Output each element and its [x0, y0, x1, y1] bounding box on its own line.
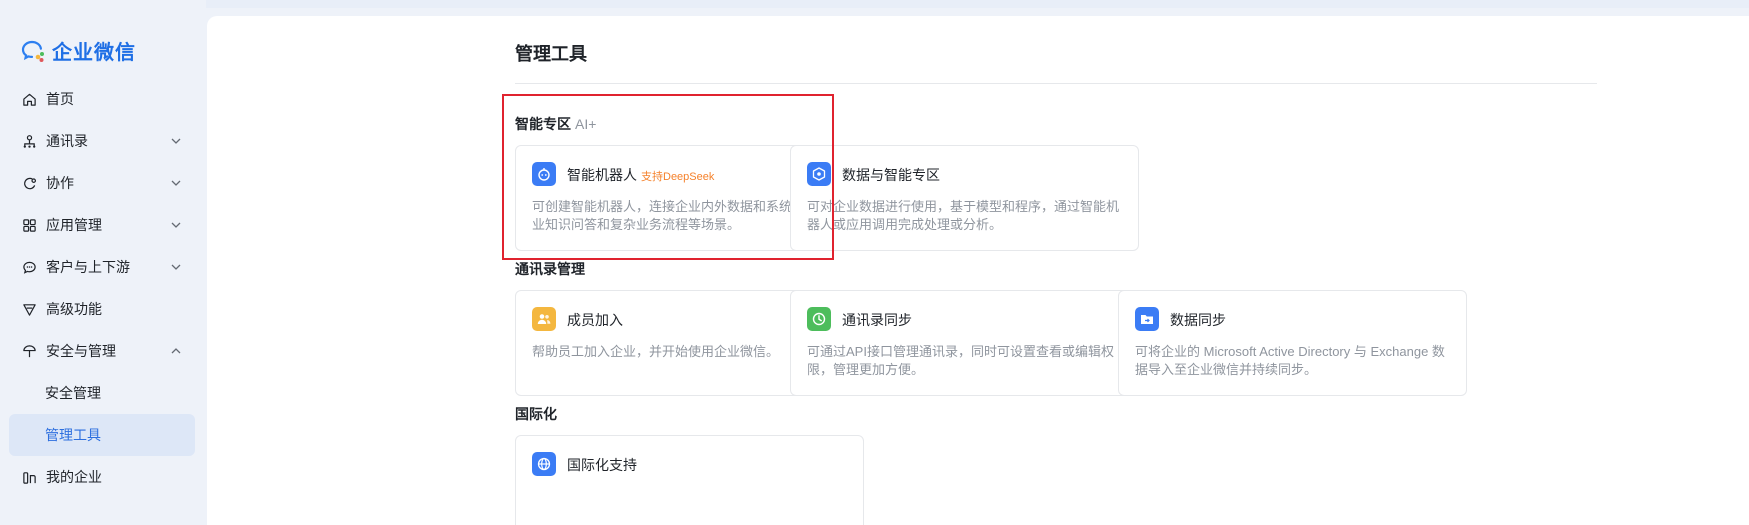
data-cube-icon: [807, 162, 831, 186]
card-description: 可通过API接口管理通讯录，同时可设置查看或编辑权限，管理更加方便。: [807, 344, 1114, 377]
sidebar-item-label: 协作: [46, 175, 74, 191]
chevron-down-icon: [171, 264, 181, 270]
sidebar-item-label: 安全管理: [45, 385, 101, 401]
sidebar-item-security-management[interactable]: 安全管理: [9, 372, 195, 414]
card-data-sync[interactable]: 数据同步 可将企业的 Microsoft Active Directory 与 …: [1118, 290, 1467, 396]
top-strip: [0, 0, 1749, 8]
members-icon: [532, 307, 556, 331]
sidebar-item-customers[interactable]: 客户与上下游: [9, 246, 195, 288]
card-contacts-sync[interactable]: 通讯录同步 可通过API接口管理通讯录，同时可设置查看或编辑权限，管理更加方便。: [790, 290, 1139, 396]
card-data-smart-zone[interactable]: 数据与智能专区 可对企业数据进行使用，基于模型和程序，通过智能机器人或应用调用完…: [790, 145, 1139, 251]
card-title-text: 智能机器人: [567, 167, 637, 183]
card-title: 数据与智能专区: [842, 167, 940, 183]
main-panel: 管理工具 智能专区 AI+ 智能机器人 支持DeepSeek 可创建智能机器人，连接…: [207, 16, 1749, 525]
folder-sync-icon: [1135, 307, 1159, 331]
chevron-down-icon: [171, 180, 181, 186]
sidebar-item-collaboration[interactable]: 协作: [9, 162, 195, 204]
card-internationalization[interactable]: 国际化支持: [515, 435, 864, 525]
sidebar-item-label: 通讯录: [46, 133, 88, 149]
globe-icon: [532, 452, 556, 476]
card-title: 成员加入: [567, 312, 623, 328]
wecom-logo-icon: [21, 40, 44, 62]
advanced-icon: [21, 301, 37, 317]
card-title: 数据同步: [1170, 312, 1226, 328]
chevron-down-icon: [171, 138, 181, 144]
chevron-down-icon: [171, 222, 181, 228]
sidebar-item-label: 我的企业: [46, 469, 102, 485]
title-divider: [515, 83, 1597, 84]
sidebar-item-app-management[interactable]: 应用管理: [9, 204, 195, 246]
card-title: 通讯录同步: [842, 312, 912, 328]
card-title: 国际化支持: [567, 457, 637, 473]
sidebar-item-advanced[interactable]: 高级功能: [9, 288, 195, 330]
sidebar-item-contacts[interactable]: 通讯录: [9, 120, 195, 162]
sidebar-item-label: 高级功能: [46, 301, 102, 317]
chat-bubble-icon: [21, 259, 37, 275]
page-title: 管理工具: [515, 44, 587, 64]
collaboration-icon: [21, 175, 37, 191]
sidebar-item-home[interactable]: 首页: [9, 78, 195, 120]
section-title-text: 智能专区: [515, 116, 571, 132]
shield-icon: [21, 343, 37, 359]
sidebar-item-label: 安全与管理: [46, 343, 116, 359]
section-title-ai: 智能专区 AI+: [515, 114, 596, 134]
sidebar: 企业微信 首页 通讯录 协作 应用管理 客户与上下游 高级功能 安全与管理 安全…: [0, 0, 206, 525]
enterprise-icon: [21, 469, 37, 485]
deepseek-badge: 支持DeepSeek: [641, 171, 715, 183]
sidebar-item-label: 管理工具: [45, 427, 101, 443]
sidebar-item-label: 客户与上下游: [46, 259, 130, 275]
sidebar-item-label: 首页: [46, 91, 74, 107]
section-title-contacts: 通讯录管理: [515, 261, 585, 277]
sidebar-item-management-tools[interactable]: 管理工具: [9, 414, 195, 456]
org-chart-icon: [21, 133, 37, 149]
sidebar-item-label: 应用管理: [46, 217, 102, 233]
apps-grid-icon: [21, 217, 37, 233]
sidebar-nav: 首页 通讯录 协作 应用管理 客户与上下游 高级功能 安全与管理 安全管理 管理…: [9, 78, 195, 498]
card-description: 可将企业的 Microsoft Active Directory 与 Excha…: [1135, 344, 1445, 377]
sidebar-item-security[interactable]: 安全与管理: [9, 330, 195, 372]
logo-text: 企业微信: [52, 42, 136, 64]
home-icon: [21, 91, 37, 107]
card-description: 可对企业数据进行使用，基于模型和程序，通过智能机器人或应用调用完成处理或分析。: [807, 199, 1120, 232]
sync-icon: [807, 307, 831, 331]
ai-plus-tag: AI+: [575, 116, 597, 132]
section-title-international: 国际化: [515, 406, 557, 422]
chevron-up-icon: [171, 348, 181, 354]
card-title: 智能机器人 支持DeepSeek: [567, 165, 714, 185]
sidebar-item-my-enterprise[interactable]: 我的企业: [9, 456, 195, 498]
robot-icon: [532, 162, 556, 186]
logo[interactable]: 企业微信: [20, 36, 136, 65]
